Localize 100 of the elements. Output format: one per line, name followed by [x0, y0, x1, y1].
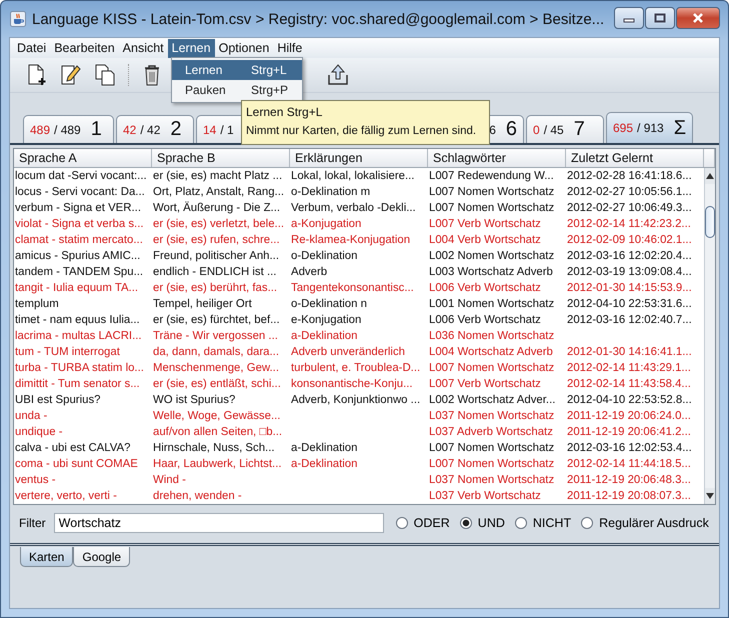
window-title: Language KISS - Latein-Tom.csv > Registry: voc.shared@googlemail.com > Besitze...: [32, 10, 606, 28]
table-cell-text: Wort, Äußerung - Die Z...: [152, 200, 282, 216]
table-cell-text: Menschenmenge, Gew...: [152, 361, 280, 376]
table-cell-text: L004 Verb Wortschatz: [428, 233, 542, 248]
table-cell-text: Träne - Wir vergossen ...: [152, 329, 279, 344]
table-cell-text: 2012-02-14 11:43:29.1...: [566, 361, 692, 376]
table-cell-text: 2011-12-19 20:06:48.3...: [566, 473, 692, 488]
table-cell-text: locum dat -Servi vocant:...: [14, 169, 148, 184]
table-cell-text: Hirnschale, Nuss, Sch...: [152, 441, 276, 456]
table-cell-text: er (sie, es) verletzt, bele...: [152, 217, 286, 232]
table-cell-text: a-Konjugation: [290, 217, 362, 232]
table-cell-text: da, dann, damals, dara...: [152, 345, 280, 360]
table-cell-text: a-Deklination: [290, 329, 358, 344]
table-cell-text: undique -: [14, 425, 64, 440]
table-cell-text: dimittit - Tum senator s...: [14, 377, 141, 392]
table-cell-text: L007 Nomen Wortschatz: [428, 457, 556, 472]
table-cell-text: er (sie, es) entläßt, schi...: [152, 377, 282, 392]
table-cell-text: 2012-03-16 12:02:40.7...: [566, 313, 693, 328]
table-cell-text: er (sie, es) berührt, fas...: [152, 281, 278, 296]
table-cell-text: Adverb unveränderlich: [290, 345, 406, 360]
table-cell-text: L007 Nomen Wortschatz: [428, 185, 556, 200]
table-cell-text: e-Konjugation: [290, 313, 362, 328]
table-cell-text: locus - Servi vocant: Da...: [14, 185, 146, 200]
table-cell-text: turba - TURBA statim lo...: [14, 361, 145, 376]
table-cell-text: endlich - ENDLICH ist ...: [152, 265, 278, 280]
table-cell-text: L036 Nomen Wortschatz: [428, 329, 556, 344]
table-cell-text: er (sie, es) macht Platz ...: [152, 169, 284, 184]
table-cell-text: violat - Signa et verba s...: [14, 217, 145, 232]
table-cell-text: 2012-03-19 13:09:08.4...: [566, 265, 693, 280]
table-cell-text: L007 Nomen Wortschatz: [428, 361, 556, 376]
table-cell-text: L037 Nomen Wortschatz: [428, 409, 556, 424]
radio-label: Regulärer Ausdruck: [599, 516, 709, 530]
table-cell-text: L007 Nomen Wortschatz: [428, 201, 556, 216]
table-cell-text: Ort, Platz, Anstalt, Rang...: [152, 185, 286, 200]
table-cell-text: 2011-12-19 20:06:24.0...: [566, 409, 692, 424]
table-cell-text: L004 Wortschatz Adverb: [428, 345, 554, 360]
table-cell-text: Freund, politischer Anh...: [152, 249, 280, 264]
table-cell-text: Wind -: [152, 473, 187, 488]
table-cell-text: a-Deklination: [290, 441, 358, 456]
table-cell-text: clamat - statim mercato...: [14, 233, 144, 248]
table-cell-text: Adverb: [290, 265, 328, 280]
table-cell-text: L037 Adverb Wortschatz: [428, 425, 554, 440]
table-cell-text: amicus - Spurius AMIC...: [14, 249, 142, 264]
table-cell-text: L002 Nomen Wortschatz: [428, 249, 556, 264]
table-cell-text: L006 Verb Wortschatz: [428, 281, 542, 296]
table-cell-text: templum: [14, 297, 60, 312]
filter-label: Filter: [19, 516, 46, 530]
table-cell-text: verbum - Signa et VER...: [14, 201, 142, 216]
table-cell-text: 2012-02-14 11:43:58.4...: [566, 377, 692, 392]
tooltip-title: Lernen Strg+L: [246, 105, 324, 119]
table-cell-text: 2012-02-27 10:06:49.3...: [566, 201, 693, 216]
table-cell-text: o-Deklination: [290, 249, 358, 264]
table-cell-text: 2012-03-16 12:02:20.4...: [566, 249, 693, 264]
radio-label: UND: [478, 516, 505, 530]
table-cell-text: L007 Nomen Wortschatz: [428, 441, 556, 456]
table-cell-text: 2012-02-28 16:41:18.6...: [566, 169, 693, 184]
table-cell-text: Tangentekonsonantisc...: [290, 281, 415, 296]
table-cell-text: unda -: [14, 409, 48, 424]
table-cell-text: L007 Verb Wortschatz: [428, 377, 542, 392]
table-cell-text: 2012-02-27 10:05:56.1...: [566, 185, 693, 200]
table-cell-text: WO ist Spurius?: [152, 393, 236, 408]
table-cell-text: er (sie, es) fürchtet, bef...: [152, 313, 281, 328]
table-cell-text: Welle, Woge, Gewässe...: [152, 409, 282, 424]
table-cell-text: coma - ubi sunt COMAE: [14, 457, 139, 472]
table-cell-text: o-Deklination n: [290, 297, 368, 312]
radio-label: NICHT: [532, 516, 572, 530]
table-cell-text: L007 Redewendung W...: [428, 169, 555, 184]
table-cell-text: 2012-03-16 12:02:53.4...: [566, 441, 693, 456]
table-cell-text: L037 Nomen Wortschatz: [428, 473, 556, 488]
table-cell-text: 2011-12-19 20:06:41.2...: [566, 425, 692, 440]
table-cell-text: 2012-04-10 22:53:31.6...: [566, 297, 693, 312]
table-cell-text: Re-klamea-Konjugation: [290, 233, 412, 248]
table-cell-text: turbulent, e. Troublea-D...: [290, 361, 422, 376]
table-cell-text: a-Deklination: [290, 457, 358, 472]
table-cell-text: vertere, verto, verti -: [14, 489, 118, 504]
table-cell-text: L007 Verb Wortschatz: [428, 217, 542, 232]
table-cell-text: Haar, Laubwerk, Lichtst...: [152, 457, 283, 472]
table-cell-text: L037 Verb Wortschatz: [428, 489, 542, 504]
table-cell-text: 2012-02-14 11:44:18.5...: [566, 457, 692, 472]
table-cell-text: konsonantische-Konju...: [290, 377, 414, 392]
table-cell-text: Verbum, verbalo -Dekli...: [290, 201, 417, 216]
table-cell-text: 2012-04-10 22:53:52.8...: [566, 393, 693, 408]
table-cell-text: L002 Wortschatz Adver...: [428, 393, 556, 408]
table-cell-text: L003 Wortschatz Adverb: [428, 265, 554, 280]
table-cell-text: ventus -: [14, 473, 57, 488]
table-cell-text: tum - TUM interrogat: [14, 345, 121, 360]
radio-label: ODER: [414, 516, 450, 530]
table-cell-text: L006 Verb Wortschatz: [428, 313, 542, 328]
table-cell-text: 2011-12-19 20:08:07.3...: [566, 489, 692, 504]
table-cell-text: L001 Nomen Wortschatz: [428, 297, 556, 312]
table-cell-text: 2012-01-30 14:16:41.1...: [566, 345, 693, 360]
table-cell-text: tangit - Iulia equum TA...: [14, 281, 140, 296]
table-cell-text: o-Deklination m: [290, 185, 372, 200]
table-cell-text: tandem - TANDEM Spu...: [14, 265, 144, 280]
table-cell-text: timet - nam equus Iulia...: [14, 313, 141, 328]
table-cell-text: lacrima - multas LACRI...: [14, 329, 143, 344]
table-cell-text: 2012-02-09 10:46:02.1...: [566, 233, 693, 248]
table-cell-text: 2012-02-14 11:42:23.2...: [566, 217, 692, 232]
table-cell-text: Lokal, lokal, lokalisiere...: [290, 169, 416, 184]
table-cell-text: UBI est Spurius?: [14, 393, 102, 408]
